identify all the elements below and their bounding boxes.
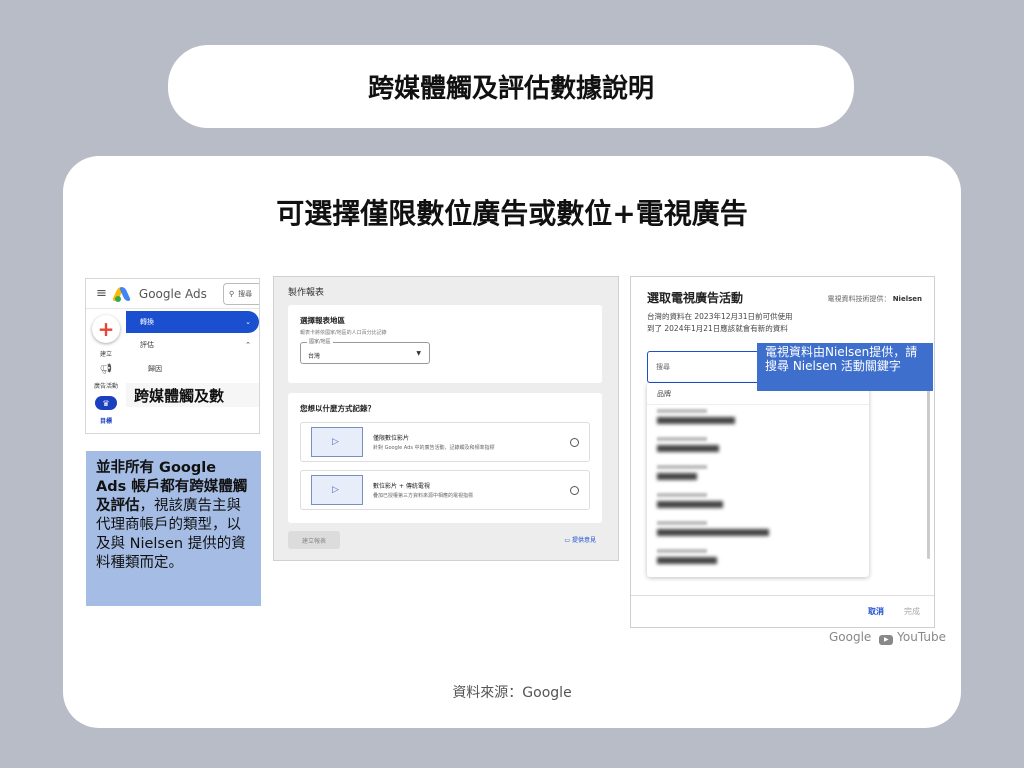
chevron-up-icon: ⌃ bbox=[245, 341, 251, 349]
google-ads-nav-screenshot: ≡ Google Ads ⚲ 搜尋 + 建立 📢︎ 廣告活動 ♛ 目標 轉換 ⌄ 評… bbox=[85, 278, 260, 434]
video-tv-thumbnail-icon bbox=[311, 475, 363, 505]
rail-label-goals: 目標 bbox=[99, 418, 112, 425]
youtube-logo: ▶ YouTube bbox=[879, 630, 946, 645]
region-select-label: 國家/地區 bbox=[307, 338, 333, 345]
list-item[interactable] bbox=[647, 405, 869, 433]
source-caption: 資料來源：Google bbox=[452, 685, 572, 701]
ads-rail: + 建立 📢︎ 廣告活動 ♛ 目標 bbox=[86, 309, 126, 425]
google-logo: Google bbox=[829, 630, 872, 645]
video-thumbnail-icon bbox=[311, 427, 363, 457]
menu-item-conversions[interactable]: 轉換 ⌄ bbox=[126, 311, 259, 333]
dropdown-arrow-icon: ▼ bbox=[416, 350, 421, 357]
ads-brand-text: Google Ads bbox=[138, 286, 207, 301]
search-input[interactable]: ⚲ 搜尋 bbox=[223, 282, 259, 305]
note-box: 並非所有 Google Ads 帳戶都有跨媒體觸及評估，視該廣告主與代理商帳戶的… bbox=[86, 451, 261, 606]
ads-menu: 轉換 ⌄ 評估 ⌃ 歸因 跨媒體觸及數 bbox=[126, 309, 259, 425]
done-button[interactable]: 完成 bbox=[904, 606, 920, 617]
create-report-button[interactable]: 建立報表 bbox=[288, 531, 340, 549]
list-item[interactable] bbox=[647, 489, 869, 517]
region-heading: 選擇報表地區 bbox=[300, 316, 345, 325]
cancel-button[interactable]: 取消 bbox=[868, 606, 884, 617]
page-title: 跨媒體觸及評估數據說明 bbox=[168, 45, 854, 128]
option-digital-tv[interactable]: 數位影片 + 傳統電視 疊加已授權第三方資料來源中相應的電視指標 bbox=[300, 470, 590, 510]
tv-availability-text: 台灣的資料在 2023年12月31日前可供使用 到了 2024年1月21日應該就… bbox=[647, 312, 793, 333]
make-report-screenshot: 製作報表 選擇報表地區 報表卡將依國家/地區的人口百分比記錄 國家/地區 台灣 … bbox=[273, 276, 619, 561]
report-title: 製作報表 bbox=[288, 288, 325, 298]
radio-digital-only[interactable] bbox=[570, 437, 579, 447]
google-ads-logo-icon bbox=[111, 286, 132, 302]
rail-label-campaigns: 廣告活動 bbox=[93, 383, 118, 390]
option-title: 數位影片 + 傳統電視 bbox=[373, 483, 430, 490]
list-item[interactable] bbox=[647, 545, 869, 573]
feedback-icon: ▭ bbox=[564, 537, 572, 544]
content-card: 可選擇僅限數位廣告或數位+電視廣告 ≡ Google Ads ⚲ 搜尋 + 建立 … bbox=[63, 156, 961, 728]
list-item[interactable] bbox=[647, 517, 869, 545]
option-title: 僅限數位影片 bbox=[373, 435, 410, 442]
scrollbar[interactable] bbox=[927, 389, 930, 559]
ads-top-bar: ≡ Google Ads ⚲ 搜尋 bbox=[86, 279, 259, 309]
region-section: 選擇報表地區 報表卡將依國家/地區的人口百分比記錄 國家/地區 台灣 ▼ bbox=[288, 305, 602, 383]
region-hint: 報表卡將依國家/地區的人口百分比記錄 bbox=[300, 330, 387, 336]
youtube-play-icon: ▶ bbox=[879, 634, 894, 645]
menu-item-evaluate[interactable]: 評估 ⌃ bbox=[126, 333, 259, 357]
list-item[interactable] bbox=[647, 461, 869, 489]
brand-dropdown-list: 品牌 bbox=[647, 383, 869, 577]
radio-digital-tv[interactable] bbox=[570, 485, 579, 495]
nielsen-callout: 電視資料由Nielsen提供，請搜尋 Nielsen 活動關鍵字 bbox=[757, 343, 933, 391]
menu-item-cross-media-reach[interactable]: 跨媒體觸及數 bbox=[126, 383, 259, 407]
create-button[interactable]: + bbox=[92, 315, 120, 343]
tv-dialog-title: 選取電視廣告活動 bbox=[647, 291, 744, 305]
brand-logos: Google ▶ YouTube bbox=[829, 630, 946, 645]
hamburger-menu-icon[interactable]: ≡ bbox=[96, 286, 107, 301]
method-section: 您想以什麼方式記錄？ 僅限數位影片 針對 Google Ads 中的廣告活動，記… bbox=[288, 393, 602, 523]
chevron-down-icon: ⌄ bbox=[245, 318, 251, 326]
tv-provider: 電視資料技術提供： Nielsen bbox=[827, 295, 922, 303]
option-digital-only[interactable]: 僅限數位影片 針對 Google Ads 中的廣告活動，記錄觸及和頻率指標 bbox=[300, 422, 590, 462]
tv-dialog-footer: 取消 完成 bbox=[631, 595, 934, 627]
slide-subtitle: 可選擇僅限數位廣告或數位+電視廣告 bbox=[276, 197, 748, 230]
option-desc: 針對 Google Ads 中的廣告活動，記錄觸及和頻率指標 bbox=[373, 445, 495, 451]
search-icon: ⚲ bbox=[229, 289, 235, 298]
region-select[interactable]: 國家/地區 台灣 ▼ bbox=[300, 338, 430, 364]
region-select-value: 台灣 bbox=[308, 353, 321, 360]
tv-campaign-screenshot: 選取電視廣告活動 電視資料技術提供： Nielsen 台灣的資料在 2023年1… bbox=[630, 276, 935, 628]
option-desc: 疊加已授權第三方資料來源中相應的電視指標 bbox=[373, 493, 474, 499]
method-heading: 您想以什麼方式記錄？ bbox=[300, 404, 375, 413]
tv-search-input[interactable]: 搜尋 bbox=[647, 351, 761, 383]
trophy-icon[interactable]: ♛ bbox=[95, 396, 117, 410]
menu-item-attribution[interactable]: 歸因 bbox=[126, 357, 259, 381]
feedback-link[interactable]: ▭ 提供意見 bbox=[564, 535, 596, 544]
rail-label-create: 建立 bbox=[99, 351, 112, 358]
list-item[interactable] bbox=[647, 433, 869, 461]
megaphone-icon[interactable]: 📢︎ bbox=[100, 364, 113, 375]
